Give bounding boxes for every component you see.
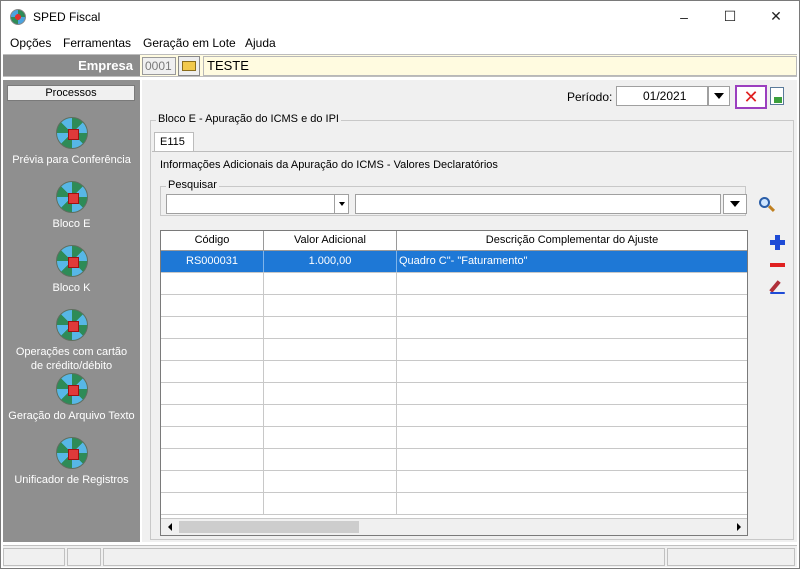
empresa-name-field[interactable]: TESTE: [203, 56, 797, 76]
chevron-down-icon[interactable]: [334, 195, 348, 213]
chevron-down-icon: [714, 93, 724, 99]
sidebar-item-geracao-arquivo[interactable]: Geração do Arquivo Texto: [3, 373, 140, 423]
sidebar-item-unificador[interactable]: Unificador de Registros: [3, 437, 140, 487]
table-row[interactable]: [161, 383, 747, 405]
menu-bar: Opções Ferramentas Geração em Lote Ajuda: [1, 33, 799, 53]
folder-icon: [182, 61, 196, 71]
table-row[interactable]: [161, 471, 747, 493]
table-row[interactable]: [161, 273, 747, 295]
sidebar-item-label: Bloco E: [52, 218, 91, 230]
table-row[interactable]: [161, 427, 747, 449]
cell-valor: 1.000,00: [264, 251, 397, 272]
empresa-code-field[interactable]: 0001: [142, 57, 176, 75]
main-panel: Período: 01/2021 ✕ Bloco E - Apuração do…: [142, 80, 797, 542]
horizontal-scrollbar[interactable]: [161, 518, 747, 535]
periodo-dropdown-button[interactable]: [708, 86, 730, 106]
cell-descricao: Quadro C"- "Faturamento": [399, 255, 528, 267]
status-cell: [67, 548, 101, 566]
e115-table: Código Valor Adicional Descrição Complem…: [160, 230, 748, 536]
search-field-select[interactable]: [166, 194, 349, 214]
sidebar-item-label: Geração do Arquivo Texto: [8, 410, 135, 422]
tab-e115[interactable]: E115: [154, 132, 194, 152]
column-header-valor[interactable]: Valor Adicional: [264, 231, 397, 250]
e115-panel: Informações Adicionais da Apuração do IC…: [152, 151, 792, 539]
table-header: Código Valor Adicional Descrição Complem…: [161, 231, 747, 251]
status-cell: [103, 548, 665, 566]
sidebar-item-bloco-k[interactable]: Bloco K: [3, 245, 140, 295]
menu-ajuda[interactable]: Ajuda: [245, 36, 276, 50]
export-document-icon[interactable]: [770, 87, 784, 105]
app-icon: [10, 9, 26, 25]
table-row[interactable]: [161, 339, 747, 361]
sidebar-item-label: Bloco K: [52, 282, 91, 294]
edit-row-icon[interactable]: [769, 278, 787, 296]
table-row[interactable]: [161, 493, 747, 515]
processos-sidebar: Processos Prévia para Conferência Bloco …: [3, 80, 140, 542]
table-row[interactable]: [161, 361, 747, 383]
menu-opcoes[interactable]: Opções: [10, 36, 51, 50]
status-bar: [3, 545, 797, 567]
status-cell: [667, 548, 795, 566]
bloco-e-title: Bloco E - Apuração do ICMS e do IPI: [156, 113, 341, 125]
sidebar-item-label: Prévia para Conferência: [12, 154, 131, 166]
app-window: SPED Fiscal – ☐ ✕ Opções Ferramentas Ger…: [0, 0, 800, 569]
table-row[interactable]: RS000031 1.000,00 Quadro C"- "Faturament…: [161, 251, 747, 273]
sidebar-item-bloco-e[interactable]: Bloco E: [3, 181, 140, 231]
globe-icon: [55, 181, 88, 213]
sidebar-item-previa[interactable]: Prévia para Conferência: [3, 117, 140, 167]
minimize-button[interactable]: –: [661, 1, 707, 32]
column-header-codigo[interactable]: Código: [161, 231, 264, 250]
globe-icon: [55, 373, 88, 405]
empresa-label: Empresa: [3, 55, 140, 76]
periodo-label: Período:: [567, 90, 613, 104]
status-cell: [3, 548, 65, 566]
remove-row-icon[interactable]: [769, 256, 787, 274]
search-icon[interactable]: [757, 195, 776, 213]
window-title: SPED Fiscal: [33, 10, 101, 24]
sidebar-item-operacoes-cartao[interactable]: Operações com cartão de crédito/débito: [3, 309, 140, 373]
sidebar-item-label: Unificador de Registros: [14, 474, 129, 486]
title-bar: SPED Fiscal – ☐ ✕: [1, 1, 799, 32]
table-row[interactable]: [161, 449, 747, 471]
table-row[interactable]: [161, 295, 747, 317]
close-window-button[interactable]: ✕: [753, 1, 799, 32]
table-row[interactable]: [161, 405, 747, 427]
globe-icon: [55, 437, 88, 469]
info-label: Informações Adicionais da Apuração do IC…: [160, 159, 498, 171]
cell-codigo: RS000031: [161, 251, 264, 272]
maximize-button[interactable]: ☐: [707, 1, 753, 32]
pesquisar-title: Pesquisar: [166, 179, 219, 191]
scroll-right-icon[interactable]: [730, 519, 747, 535]
search-input[interactable]: [355, 194, 721, 214]
scroll-left-icon[interactable]: [161, 519, 178, 535]
add-row-icon[interactable]: [769, 234, 787, 252]
scroll-thumb[interactable]: [179, 521, 359, 533]
sidebar-item-label: Operações com cartão de crédito/débito: [15, 346, 128, 372]
periodo-input[interactable]: 01/2021: [616, 86, 708, 106]
table-row[interactable]: [161, 317, 747, 339]
globe-icon: [55, 245, 88, 277]
globe-icon: [55, 309, 88, 341]
menu-ferramentas[interactable]: Ferramentas: [63, 36, 131, 50]
close-bloco-button[interactable]: ✕: [735, 85, 767, 109]
menu-geracao-em-lote[interactable]: Geração em Lote: [143, 36, 236, 50]
empresa-bar: Empresa 0001 TESTE: [3, 54, 797, 77]
open-empresa-button[interactable]: [178, 56, 200, 76]
globe-icon: [55, 117, 88, 149]
search-dropdown-button[interactable]: [723, 194, 747, 214]
column-header-descricao[interactable]: Descrição Complementar do Ajuste: [397, 231, 747, 250]
chevron-down-icon: [730, 201, 740, 207]
processos-header: Processos: [7, 85, 135, 101]
